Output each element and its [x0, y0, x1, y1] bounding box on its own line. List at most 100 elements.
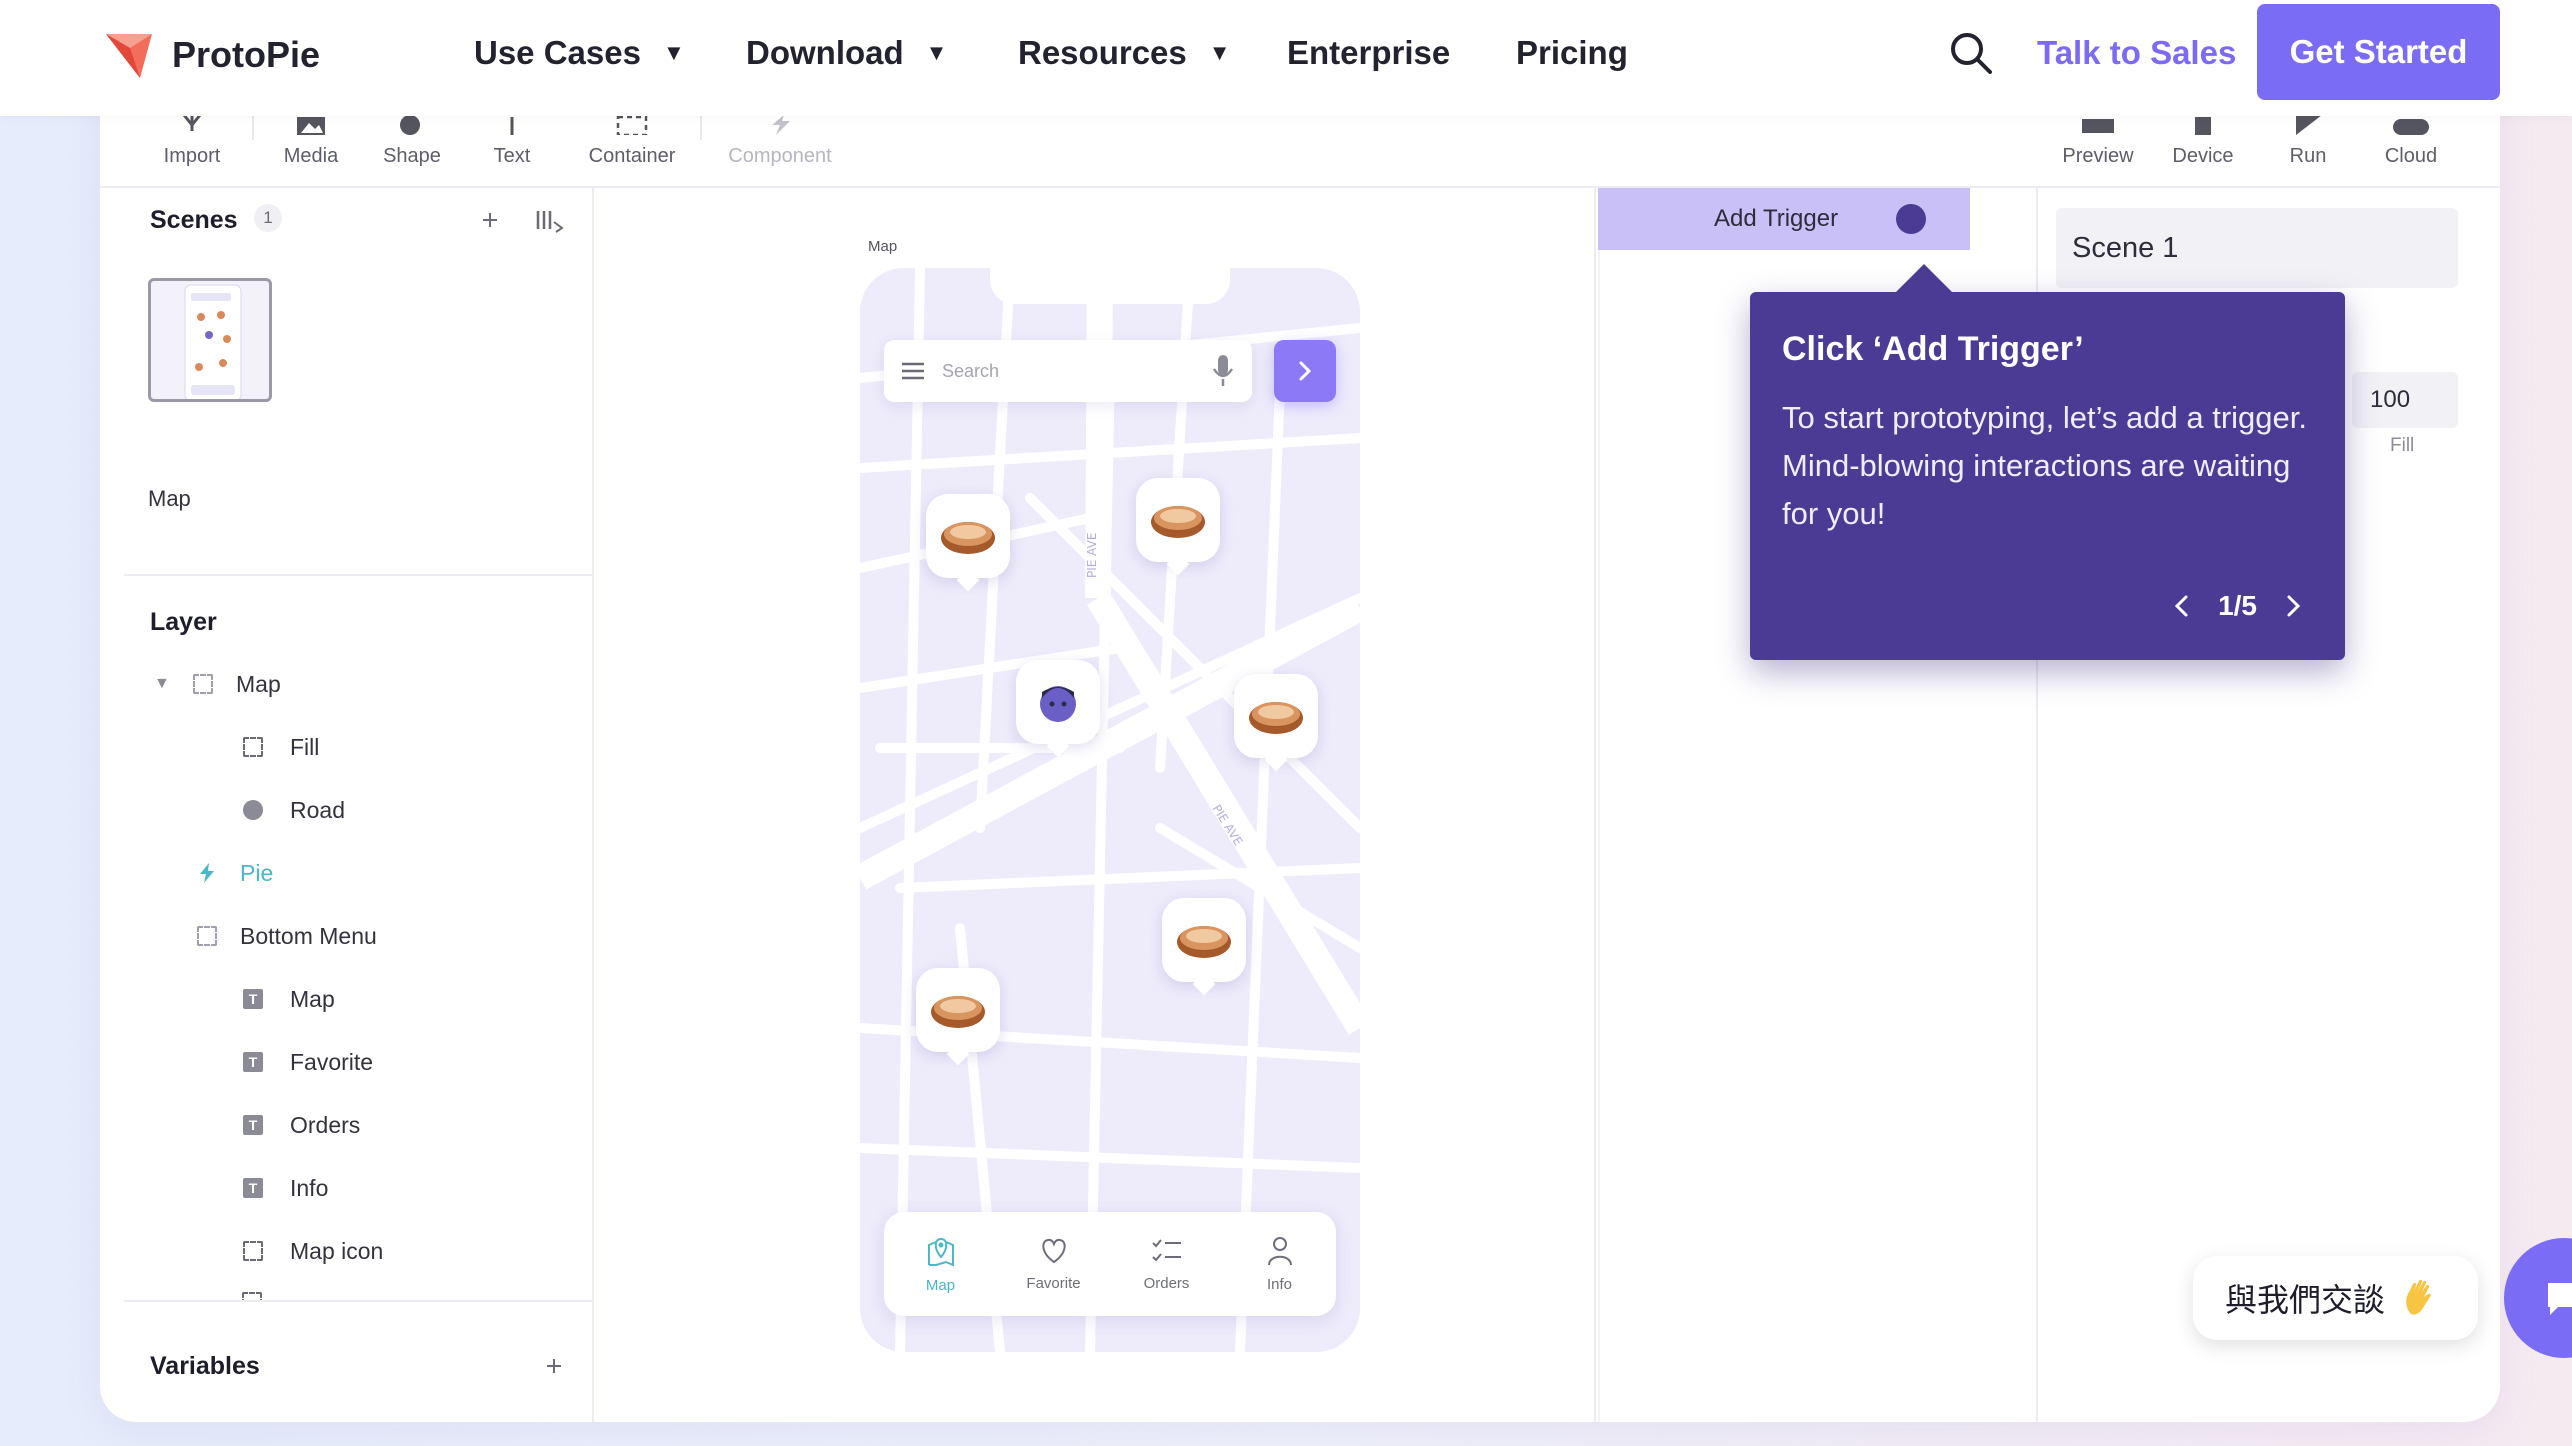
get-started-button[interactable]: Get Started — [2257, 4, 2500, 100]
map-pin-icon — [927, 1237, 954, 1267]
layer-row-pie[interactable]: Pie — [196, 853, 273, 893]
add-trigger-label: Add Trigger — [1714, 205, 1839, 232]
frame-icon — [242, 736, 264, 758]
scenes-title: Scenes — [150, 206, 238, 234]
bottom-tab-orders[interactable]: Orders — [1117, 1237, 1217, 1292]
onboarding-tooltip: Click ‘Add Trigger’ To start prototyping… — [1750, 264, 2345, 660]
chevron-right-icon — [1299, 361, 1312, 381]
add-trigger-button[interactable]: Add Trigger — [1598, 188, 1970, 250]
protopie-logo-icon — [106, 34, 152, 78]
nav-resources[interactable]: Resources ▼ — [1018, 34, 1231, 72]
layer-row-map-text[interactable]: T Map — [242, 979, 335, 1019]
bottom-tab-label: Map — [925, 1276, 956, 1294]
circle-icon — [242, 799, 264, 821]
layer-row-fill[interactable]: Fill — [242, 727, 319, 767]
user-avatar-icon — [1040, 686, 1076, 722]
brand-logo[interactable]: ProtoPie — [100, 26, 320, 84]
search-placeholder: Search — [942, 360, 1000, 381]
talk-to-sales-link[interactable]: Talk to Sales — [2037, 34, 2236, 72]
menu-icon[interactable] — [902, 362, 924, 380]
bottom-tab-favorite[interactable]: Favorite — [1004, 1237, 1104, 1292]
pie-map-pin[interactable] — [1234, 674, 1318, 758]
pie-map-pin[interactable] — [1162, 898, 1246, 982]
caret-down-icon: ▼ — [925, 40, 948, 65]
tool-label: Import — [163, 145, 221, 167]
fill-value-input[interactable]: 100 — [2352, 372, 2458, 428]
panel-divider — [124, 1300, 594, 1302]
layer-label: Pie — [240, 859, 274, 886]
layer-row-info-text[interactable]: T Info — [242, 1168, 328, 1208]
search-go-button[interactable] — [1274, 340, 1336, 402]
chevron-right-icon[interactable] — [2281, 594, 2305, 618]
phone-frame[interactable]: PIE AVE PIE AVE Search Map Favorite Orde… — [860, 268, 1360, 1352]
search-icon[interactable] — [1948, 30, 1994, 76]
scene-thumbnail[interactable] — [148, 278, 272, 402]
tooltip-body: To start prototyping, let’s add a trigge… — [1782, 400, 2308, 531]
layer-row-favorite-text[interactable]: T Favorite — [242, 1042, 373, 1082]
layer-row-clipped — [242, 1292, 462, 1300]
chevron-down-icon[interactable]: ▼ — [154, 675, 174, 693]
pie-icon — [1177, 926, 1231, 958]
chat-launcher-button[interactable] — [2504, 1238, 2572, 1358]
layer-label: Map — [290, 985, 335, 1012]
tool-label: Component — [728, 145, 832, 167]
text-icon: T — [242, 1051, 264, 1073]
tooltip-title: Click ‘Add Trigger’ — [1782, 330, 2084, 368]
layer-label: Bottom Menu — [240, 922, 377, 949]
nav-pricing[interactable]: Pricing — [1516, 34, 1628, 72]
layer-label: Map — [236, 670, 281, 697]
nav-enterprise[interactable]: Enterprise — [1287, 34, 1450, 72]
bottom-tab-info[interactable]: Info — [1230, 1236, 1330, 1293]
nav-label: Use Cases — [474, 34, 641, 71]
tool-label: Device — [2172, 145, 2234, 167]
bottom-tab-label: Info — [1266, 1275, 1293, 1293]
chat-prompt-text: 與我們交談 — [2225, 1281, 2386, 1319]
pie-map-pin[interactable] — [1136, 478, 1220, 562]
nav-download[interactable]: Download ▼ — [746, 34, 947, 72]
bottom-tab-map[interactable]: Map — [891, 1235, 991, 1294]
chat-prompt-bubble[interactable]: 與我們交談 — [2193, 1256, 2478, 1340]
protopie-editor: Import Media Shape Text Container Compon… — [100, 70, 2500, 1422]
tool-label: Run — [2289, 145, 2327, 167]
layer-row-map[interactable]: ▼ Map — [154, 664, 281, 704]
layer-row-bottom-menu[interactable]: Bottom Menu — [196, 916, 377, 956]
frame-icon — [192, 673, 214, 695]
bottom-tab-label: Favorite — [1026, 1274, 1081, 1292]
chevron-left-icon[interactable] — [2170, 594, 2194, 618]
chat-icon — [2548, 1283, 2572, 1315]
nav-label: Download — [746, 34, 904, 71]
map-background: PIE AVE PIE AVE — [860, 268, 1360, 1352]
nav-label: Resources — [1018, 34, 1187, 71]
layer-row-orders-text[interactable]: T Orders — [242, 1105, 360, 1145]
tool-label: Text — [493, 145, 531, 167]
nav-use-cases[interactable]: Use Cases ▼ — [474, 34, 685, 72]
checklist-icon — [1151, 1238, 1181, 1261]
layer-label: Map icon — [290, 1237, 384, 1264]
pie-icon — [1249, 702, 1303, 734]
layer-label: Orders — [290, 1111, 361, 1138]
layer-title: Layer — [150, 608, 217, 636]
scene-view-options-icon[interactable] — [534, 208, 564, 234]
caret-down-icon: ▼ — [1208, 40, 1231, 65]
layer-row-road[interactable]: Road — [242, 790, 345, 830]
pie-map-pin[interactable] — [916, 968, 1000, 1052]
add-scene-icon[interactable] — [480, 210, 500, 230]
waving-hand-icon — [2406, 1279, 2431, 1315]
heart-icon — [1041, 1238, 1066, 1263]
text-icon: T — [242, 988, 264, 1010]
pie-map-pin[interactable] — [926, 494, 1010, 578]
user-location-pin[interactable] — [1016, 660, 1100, 744]
scene-preview-image — [184, 284, 242, 399]
add-variable-icon[interactable] — [544, 1356, 564, 1376]
scene-name-field[interactable]: Scene 1 — [2056, 208, 2458, 288]
text-icon: T — [242, 1177, 264, 1199]
street-label: PIE AVE — [1085, 533, 1099, 578]
variables-title: Variables — [150, 1352, 260, 1380]
map-search-bar[interactable]: Search — [884, 340, 1252, 402]
layer-row-map-icon[interactable]: Map icon — [242, 1231, 383, 1271]
canvas-area[interactable]: Map PIE AVE PIE AVE Search Map Favorite … — [594, 188, 1594, 1422]
brand-name: ProtoPie — [172, 34, 321, 75]
panel-divider — [1598, 188, 1600, 1422]
layer-label: Info — [290, 1174, 329, 1201]
microphone-icon[interactable] — [1212, 355, 1234, 387]
